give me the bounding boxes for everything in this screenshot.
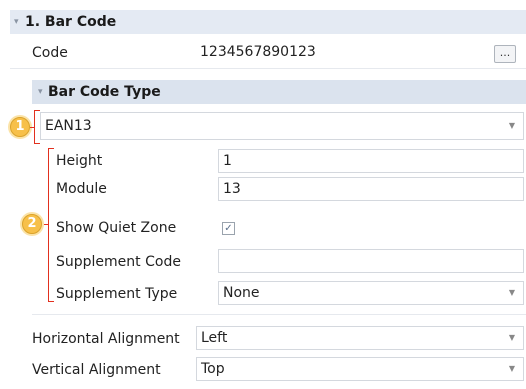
barcode-type-select[interactable]: EAN13 ▼ — [40, 112, 524, 140]
code-input[interactable]: 1234567890123 — [196, 41, 492, 65]
code-browse-button[interactable]: ... — [494, 45, 516, 63]
vertical-alignment-value: Top — [201, 361, 225, 377]
collapse-triangle-icon[interactable]: ▾ — [38, 80, 43, 104]
horizontal-alignment-select[interactable]: Left ▼ — [196, 326, 524, 350]
callout-connector-2 — [44, 224, 49, 225]
supplement-type-label: Supplement Type — [56, 286, 178, 302]
subsection-title: Bar Code Type — [48, 84, 161, 100]
dropdown-arrow-icon: ▼ — [508, 333, 515, 342]
height-label: Height — [56, 153, 103, 169]
callout-bracket-2 — [48, 148, 54, 302]
section-header-bar-code[interactable]: ▾ 1. Bar Code — [10, 10, 526, 34]
horizontal-alignment-label: Horizontal Alignment — [32, 331, 180, 347]
collapse-triangle-icon[interactable]: ▾ — [14, 10, 19, 34]
code-label: Code — [32, 45, 68, 61]
vertical-alignment-label: Vertical Alignment — [32, 362, 161, 378]
supplement-code-label: Supplement Code — [56, 254, 181, 270]
dropdown-arrow-icon: ▼ — [508, 121, 515, 130]
vertical-alignment-select[interactable]: Top ▼ — [196, 357, 524, 381]
dropdown-arrow-icon: ▼ — [508, 288, 515, 297]
callout-badge-2: 2 — [22, 214, 42, 234]
callout-connector-1 — [30, 127, 35, 128]
supplement-code-input[interactable] — [218, 249, 524, 273]
quiet-zone-checkbox[interactable]: ✓ — [222, 222, 235, 235]
barcode-type-value: EAN13 — [45, 118, 92, 134]
callout-badge-1: 1 — [10, 117, 30, 137]
horizontal-alignment-value: Left — [201, 330, 228, 346]
height-input[interactable]: 1 — [218, 149, 524, 173]
quiet-zone-label: Show Quiet Zone — [56, 220, 177, 236]
supplement-type-select[interactable]: None ▼ — [218, 281, 524, 305]
module-label: Module — [56, 181, 107, 197]
row-divider — [32, 314, 526, 315]
subsection-header-bar-code-type[interactable]: ▾ Bar Code Type — [32, 80, 526, 104]
module-input[interactable]: 13 — [218, 177, 524, 201]
dropdown-arrow-icon: ▼ — [508, 364, 515, 373]
section-title: 1. Bar Code — [25, 14, 117, 30]
row-divider — [10, 68, 526, 69]
supplement-type-value: None — [223, 285, 260, 301]
